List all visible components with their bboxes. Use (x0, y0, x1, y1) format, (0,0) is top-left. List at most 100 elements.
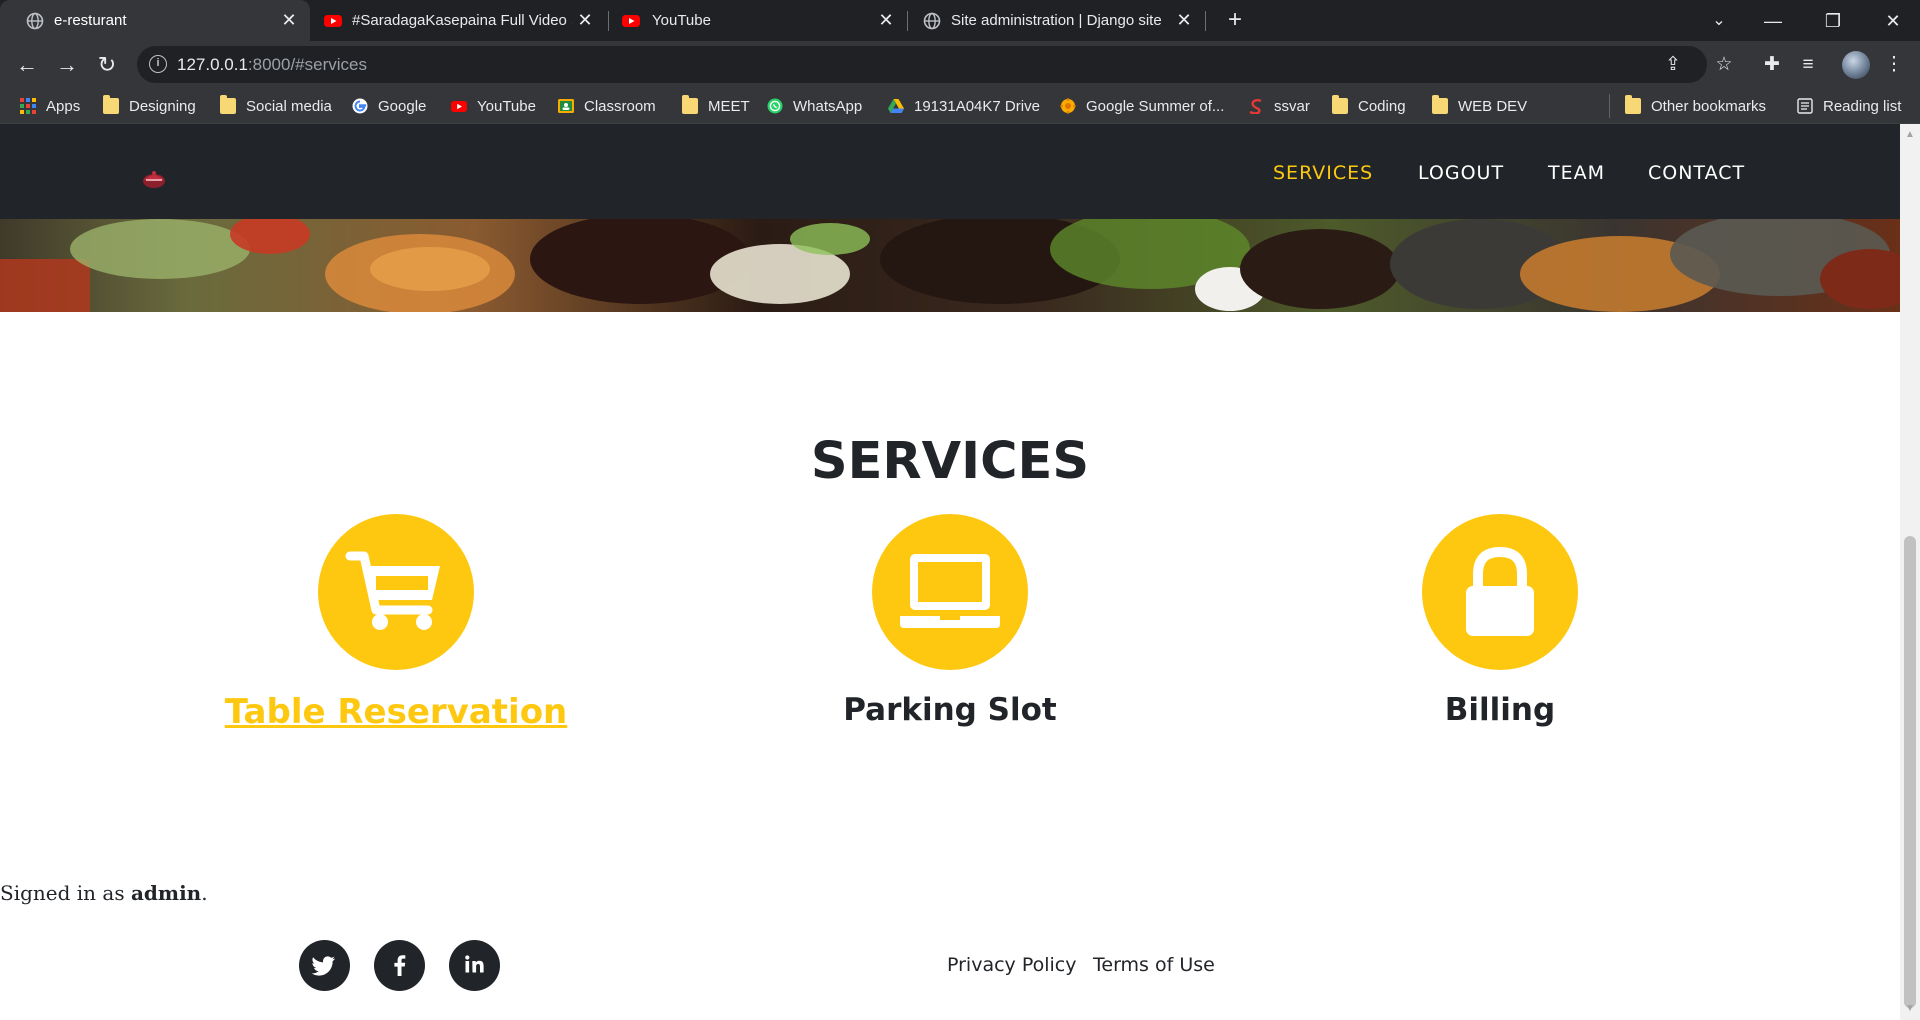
nav-logout[interactable]: LOGOUT (1418, 162, 1504, 184)
bookmark-social-media[interactable]: Social media (220, 95, 332, 117)
page-scrollbar[interactable]: ▲ ▼ (1900, 124, 1920, 1020)
facebook-icon (394, 955, 406, 976)
apps-grid-icon (20, 98, 36, 114)
parking-slot-title: Parking Slot (843, 692, 1057, 728)
back-arrow-icon[interactable]: ← (11, 49, 43, 81)
restore-button[interactable]: ❐ (1818, 6, 1848, 36)
twitter-icon (311, 956, 335, 976)
scroll-down-arrow-icon[interactable]: ▼ (1905, 1004, 1915, 1014)
scroll-up-arrow-icon[interactable]: ▲ (1905, 130, 1915, 140)
bookmark-drive[interactable]: 19131A04K7 Drive (888, 95, 1040, 117)
facebook-button[interactable] (374, 940, 425, 991)
folder-icon (682, 95, 698, 114)
youtube-icon (451, 101, 467, 112)
signed-in-suffix: . (201, 881, 208, 905)
folder-icon (220, 95, 236, 114)
bookmark-google[interactable]: Google (352, 95, 426, 117)
forward-arrow-icon[interactable]: → (51, 49, 83, 81)
parking-slot-icon-circle (872, 514, 1028, 670)
folder-icon (1332, 95, 1348, 114)
whatsapp-icon (767, 98, 783, 114)
nav-services[interactable]: SERVICES (1273, 162, 1373, 184)
nav-team[interactable]: TEAM (1548, 162, 1605, 184)
folder-icon (103, 95, 119, 114)
tab-search-icon[interactable]: ⌄ (1704, 6, 1734, 36)
folder-icon (1432, 95, 1448, 114)
close-tab-icon[interactable]: ✕ (278, 9, 300, 31)
share-icon[interactable]: ⇪ (1661, 53, 1685, 77)
bookmark-label: MEET (708, 97, 750, 115)
tab-saradaga[interactable]: #SaradagaKasepaina Full Video S ✕ (310, 0, 606, 41)
extensions-puzzle-icon[interactable]: ✚ (1760, 53, 1784, 77)
bookmark-label: Google Summer of... (1086, 97, 1225, 115)
bookmark-coding[interactable]: Coding (1332, 95, 1406, 117)
bookmark-designing[interactable]: Designing (103, 95, 196, 117)
profile-avatar[interactable] (1842, 51, 1870, 79)
signed-in-prefix: Signed in as (0, 881, 131, 905)
globe-icon (26, 12, 44, 30)
bookmark-meet[interactable]: MEET (682, 95, 750, 117)
site-navbar: SERVICES LOGOUT TEAM CONTACT (0, 124, 1900, 219)
terms-of-use-link[interactable]: Terms of Use (1093, 954, 1215, 976)
scrollbar-thumb[interactable] (1904, 536, 1916, 1008)
bookmark-classroom[interactable]: Classroom (558, 95, 656, 117)
browser-toolbar: ← → ↻ i 127.0.0.1:8000/#services ⇪ ☆ ✚ ≡… (0, 41, 1920, 88)
services-heading: SERVICES (810, 432, 1090, 491)
table-reservation-title: Table Reservation (136, 692, 656, 732)
new-tab-button[interactable]: + (1222, 8, 1248, 34)
bookmark-gsoc[interactable]: Google Summer of... (1060, 95, 1224, 117)
linkedin-icon (465, 955, 484, 973)
classroom-icon (558, 99, 574, 113)
hero-food-banner (0, 219, 1900, 312)
bookmarks-bar: Apps Designing Social media Google YouTu… (0, 88, 1920, 124)
site-info-icon[interactable]: i (149, 55, 167, 73)
restaurant-logo-icon[interactable] (141, 166, 167, 192)
close-tab-icon[interactable]: ✕ (1173, 9, 1195, 31)
table-reservation-link[interactable]: Table Reservation (225, 692, 568, 732)
media-queue-icon[interactable]: ≡ (1796, 53, 1820, 77)
close-tab-icon[interactable]: ✕ (574, 9, 596, 31)
close-tab-icon[interactable]: ✕ (875, 9, 897, 31)
tab-django-admin[interactable]: Site administration | Django site a ✕ (909, 0, 1209, 41)
address-bar[interactable]: i 127.0.0.1:8000/#services ⇪ (137, 46, 1707, 83)
bookmark-other[interactable]: Other bookmarks (1625, 95, 1766, 117)
bookmark-label: Social media (246, 97, 332, 115)
privacy-policy-link[interactable]: Privacy Policy (947, 954, 1076, 976)
reading-list[interactable]: Reading list (1797, 95, 1901, 117)
laptop-icon (900, 554, 1000, 628)
reload-icon[interactable]: ↻ (91, 49, 123, 81)
bookmark-label: Apps (46, 97, 81, 115)
page-viewport: SERVICES LOGOUT TEAM CONTACT SERVICES Ta… (0, 124, 1900, 1020)
youtube-icon (324, 15, 342, 27)
drive-icon (888, 99, 904, 113)
bookmark-web-dev[interactable]: WEB DEV (1432, 95, 1527, 117)
address-url: 127.0.0.1:8000/#services (177, 55, 367, 74)
bookmark-star-icon[interactable]: ☆ (1712, 53, 1736, 77)
gsoc-icon (1060, 98, 1076, 114)
shopping-cart-icon (345, 551, 440, 630)
bookmark-whatsapp[interactable]: WhatsApp (767, 95, 862, 117)
ssvar-icon (1249, 99, 1262, 114)
close-window-button[interactable]: ✕ (1878, 6, 1908, 36)
youtube-icon (622, 15, 640, 27)
bookmark-label: YouTube (477, 97, 536, 115)
bookmark-ssvar[interactable]: ssvar (1248, 95, 1310, 117)
twitter-button[interactable] (299, 940, 350, 991)
reading-list-icon (1797, 98, 1813, 114)
billing-icon-circle (1422, 514, 1578, 670)
bookmark-apps[interactable]: Apps (20, 95, 80, 117)
kebab-menu-icon[interactable]: ⋮ (1882, 53, 1906, 77)
minimize-button[interactable]: — (1758, 6, 1788, 36)
tab-e-resturant[interactable]: e-resturant ✕ (0, 0, 310, 41)
billing-title: Billing (1444, 692, 1556, 728)
bookmark-label: Classroom (584, 97, 656, 115)
nav-contact[interactable]: CONTACT (1648, 162, 1745, 184)
bookmark-label: WhatsApp (793, 97, 863, 115)
tab-youtube[interactable]: YouTube ✕ (610, 0, 906, 41)
linkedin-button[interactable] (449, 940, 500, 991)
tab-title: YouTube (652, 12, 711, 29)
bookmark-label: Other bookmarks (1651, 97, 1767, 115)
folder-icon (1625, 95, 1641, 114)
globe-icon (923, 12, 941, 30)
bookmark-youtube[interactable]: YouTube (451, 95, 536, 117)
